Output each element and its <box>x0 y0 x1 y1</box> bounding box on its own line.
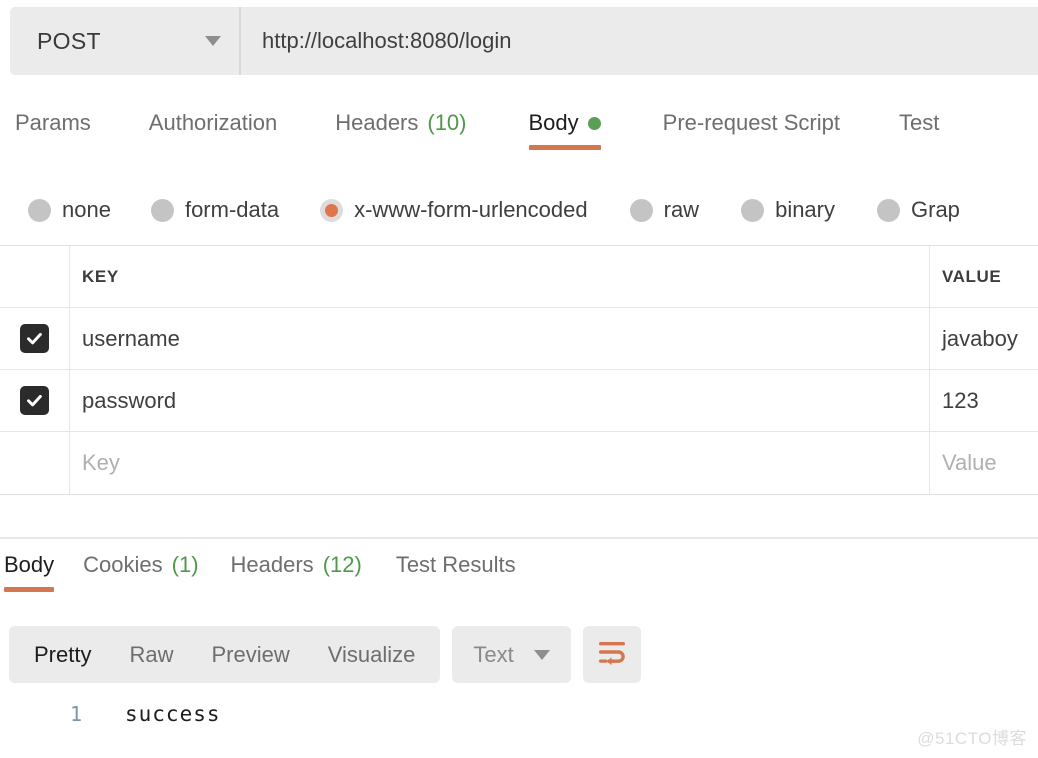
body-type-radio-group: none form-data x-www-form-urlencoded raw… <box>0 188 1038 232</box>
body-modified-dot-icon <box>588 117 601 130</box>
radio-unselected-icon <box>151 199 174 222</box>
response-format-label: Text <box>473 642 513 668</box>
tab-authorization-label: Authorization <box>149 110 277 136</box>
active-tab-underline <box>529 145 601 150</box>
new-key-placeholder: Key <box>82 450 120 476</box>
header-value-label: VALUE <box>942 267 1001 287</box>
chevron-down-icon <box>534 650 550 660</box>
response-tab-headers-count: (12) <box>323 552 362 578</box>
word-wrap-icon <box>597 639 627 671</box>
tab-body-label: Body <box>529 110 579 136</box>
chevron-down-icon <box>205 36 221 46</box>
new-key-input[interactable]: Key <box>70 432 930 494</box>
row-key-cell[interactable]: username <box>70 308 930 369</box>
body-type-urlencoded-label: x-www-form-urlencoded <box>354 197 588 223</box>
view-mode-raw[interactable]: Raw <box>110 642 192 668</box>
word-wrap-toggle-button[interactable] <box>583 626 641 683</box>
request-tab-bar: Params Authorization Headers (10) Body P… <box>0 110 1038 158</box>
tab-pre-request-script-label: Pre-request Script <box>663 110 840 136</box>
row-checkbox-cell[interactable] <box>0 432 70 494</box>
response-tab-body-label: Body <box>4 552 54 578</box>
table-row-empty: Key Value <box>0 432 1038 494</box>
tab-authorization[interactable]: Authorization <box>149 110 277 150</box>
header-checkbox-cell <box>0 246 70 307</box>
http-method-label: POST <box>37 28 101 55</box>
line-number: 1 <box>0 702 82 726</box>
tab-pre-request-script[interactable]: Pre-request Script <box>663 110 840 150</box>
row-value-cell[interactable]: javaboy <box>930 308 1038 369</box>
body-type-none[interactable]: none <box>28 197 111 223</box>
header-key-label: KEY <box>82 267 119 287</box>
new-value-placeholder: Value <box>942 450 997 476</box>
http-method-dropdown[interactable]: POST <box>10 7 239 75</box>
body-type-urlencoded[interactable]: x-www-form-urlencoded <box>320 197 588 223</box>
table-row: password 123 <box>0 370 1038 432</box>
tab-params-label: Params <box>15 110 91 136</box>
row-key-cell[interactable]: password <box>70 370 930 431</box>
active-tab-underline <box>4 587 54 592</box>
response-view-toolbar: Pretty Raw Preview Visualize Text <box>9 626 641 683</box>
response-tab-cookies-count: (1) <box>172 552 199 578</box>
view-mode-pretty[interactable]: Pretty <box>15 642 110 668</box>
row-value-text: javaboy <box>942 326 1018 352</box>
response-view-mode-group: Pretty Raw Preview Visualize <box>9 626 440 683</box>
row-checkbox-cell[interactable] <box>0 308 70 369</box>
radio-unselected-icon <box>741 199 764 222</box>
request-url-bar: POST http://localhost:8080/login <box>10 7 1038 75</box>
row-value-text: 123 <box>942 388 979 414</box>
radio-unselected-icon <box>630 199 653 222</box>
tab-tests-label: Test <box>899 110 939 136</box>
tab-params[interactable]: Params <box>15 110 91 150</box>
response-tab-test-results[interactable]: Test Results <box>396 552 516 592</box>
body-type-binary[interactable]: binary <box>741 197 835 223</box>
body-type-form-data-label: form-data <box>185 197 279 223</box>
body-type-graphql[interactable]: Grap <box>877 197 960 223</box>
body-type-raw-label: raw <box>664 197 699 223</box>
response-tab-body[interactable]: Body <box>4 552 54 592</box>
body-key-value-table: KEY VALUE username javaboy <box>0 245 1038 495</box>
row-key-text: password <box>82 388 176 414</box>
response-tab-headers-label: Headers <box>231 552 314 578</box>
response-tab-test-results-label: Test Results <box>396 552 516 578</box>
checkbox-checked-icon[interactable] <box>20 386 49 415</box>
row-value-cell[interactable]: 123 <box>930 370 1038 431</box>
postman-request-response-view: POST http://localhost:8080/login Params … <box>0 0 1038 758</box>
request-url-text: http://localhost:8080/login <box>262 28 512 54</box>
response-format-dropdown[interactable]: Text <box>452 626 570 683</box>
row-key-text: username <box>82 326 180 352</box>
header-key-cell: KEY <box>70 246 930 307</box>
view-mode-preview[interactable]: Preview <box>192 642 308 668</box>
radio-selected-icon <box>320 199 343 222</box>
response-body-text: success <box>82 702 221 726</box>
body-type-graphql-label: Grap <box>911 197 960 223</box>
body-type-form-data[interactable]: form-data <box>151 197 279 223</box>
body-type-raw[interactable]: raw <box>630 197 699 223</box>
response-tab-cookies[interactable]: Cookies (1) <box>83 552 198 592</box>
new-value-input[interactable]: Value <box>930 432 1038 494</box>
table-header-row: KEY VALUE <box>0 246 1038 308</box>
request-response-divider[interactable] <box>0 537 1038 539</box>
watermark: @51CTO博客 <box>917 724 1027 749</box>
body-type-binary-label: binary <box>775 197 835 223</box>
tab-body[interactable]: Body <box>529 110 601 150</box>
checkbox-checked-icon[interactable] <box>20 324 49 353</box>
response-tab-bar: Body Cookies (1) Headers (12) Test Resul… <box>0 552 1038 600</box>
row-checkbox-cell[interactable] <box>0 370 70 431</box>
response-body-viewer[interactable]: 1 success <box>0 702 1038 726</box>
tab-tests[interactable]: Test <box>899 110 939 150</box>
tab-headers-label: Headers <box>335 110 418 136</box>
table-row: username javaboy <box>0 308 1038 370</box>
body-type-none-label: none <box>62 197 111 223</box>
tab-headers[interactable]: Headers (10) <box>335 110 466 150</box>
request-url-input[interactable]: http://localhost:8080/login <box>241 7 1038 75</box>
radio-unselected-icon <box>877 199 900 222</box>
radio-unselected-icon <box>28 199 51 222</box>
response-tab-cookies-label: Cookies <box>83 552 162 578</box>
tab-headers-count: (10) <box>427 110 466 136</box>
view-mode-visualize[interactable]: Visualize <box>309 642 435 668</box>
header-value-cell: VALUE <box>930 246 1038 307</box>
response-tab-headers[interactable]: Headers (12) <box>231 552 362 592</box>
